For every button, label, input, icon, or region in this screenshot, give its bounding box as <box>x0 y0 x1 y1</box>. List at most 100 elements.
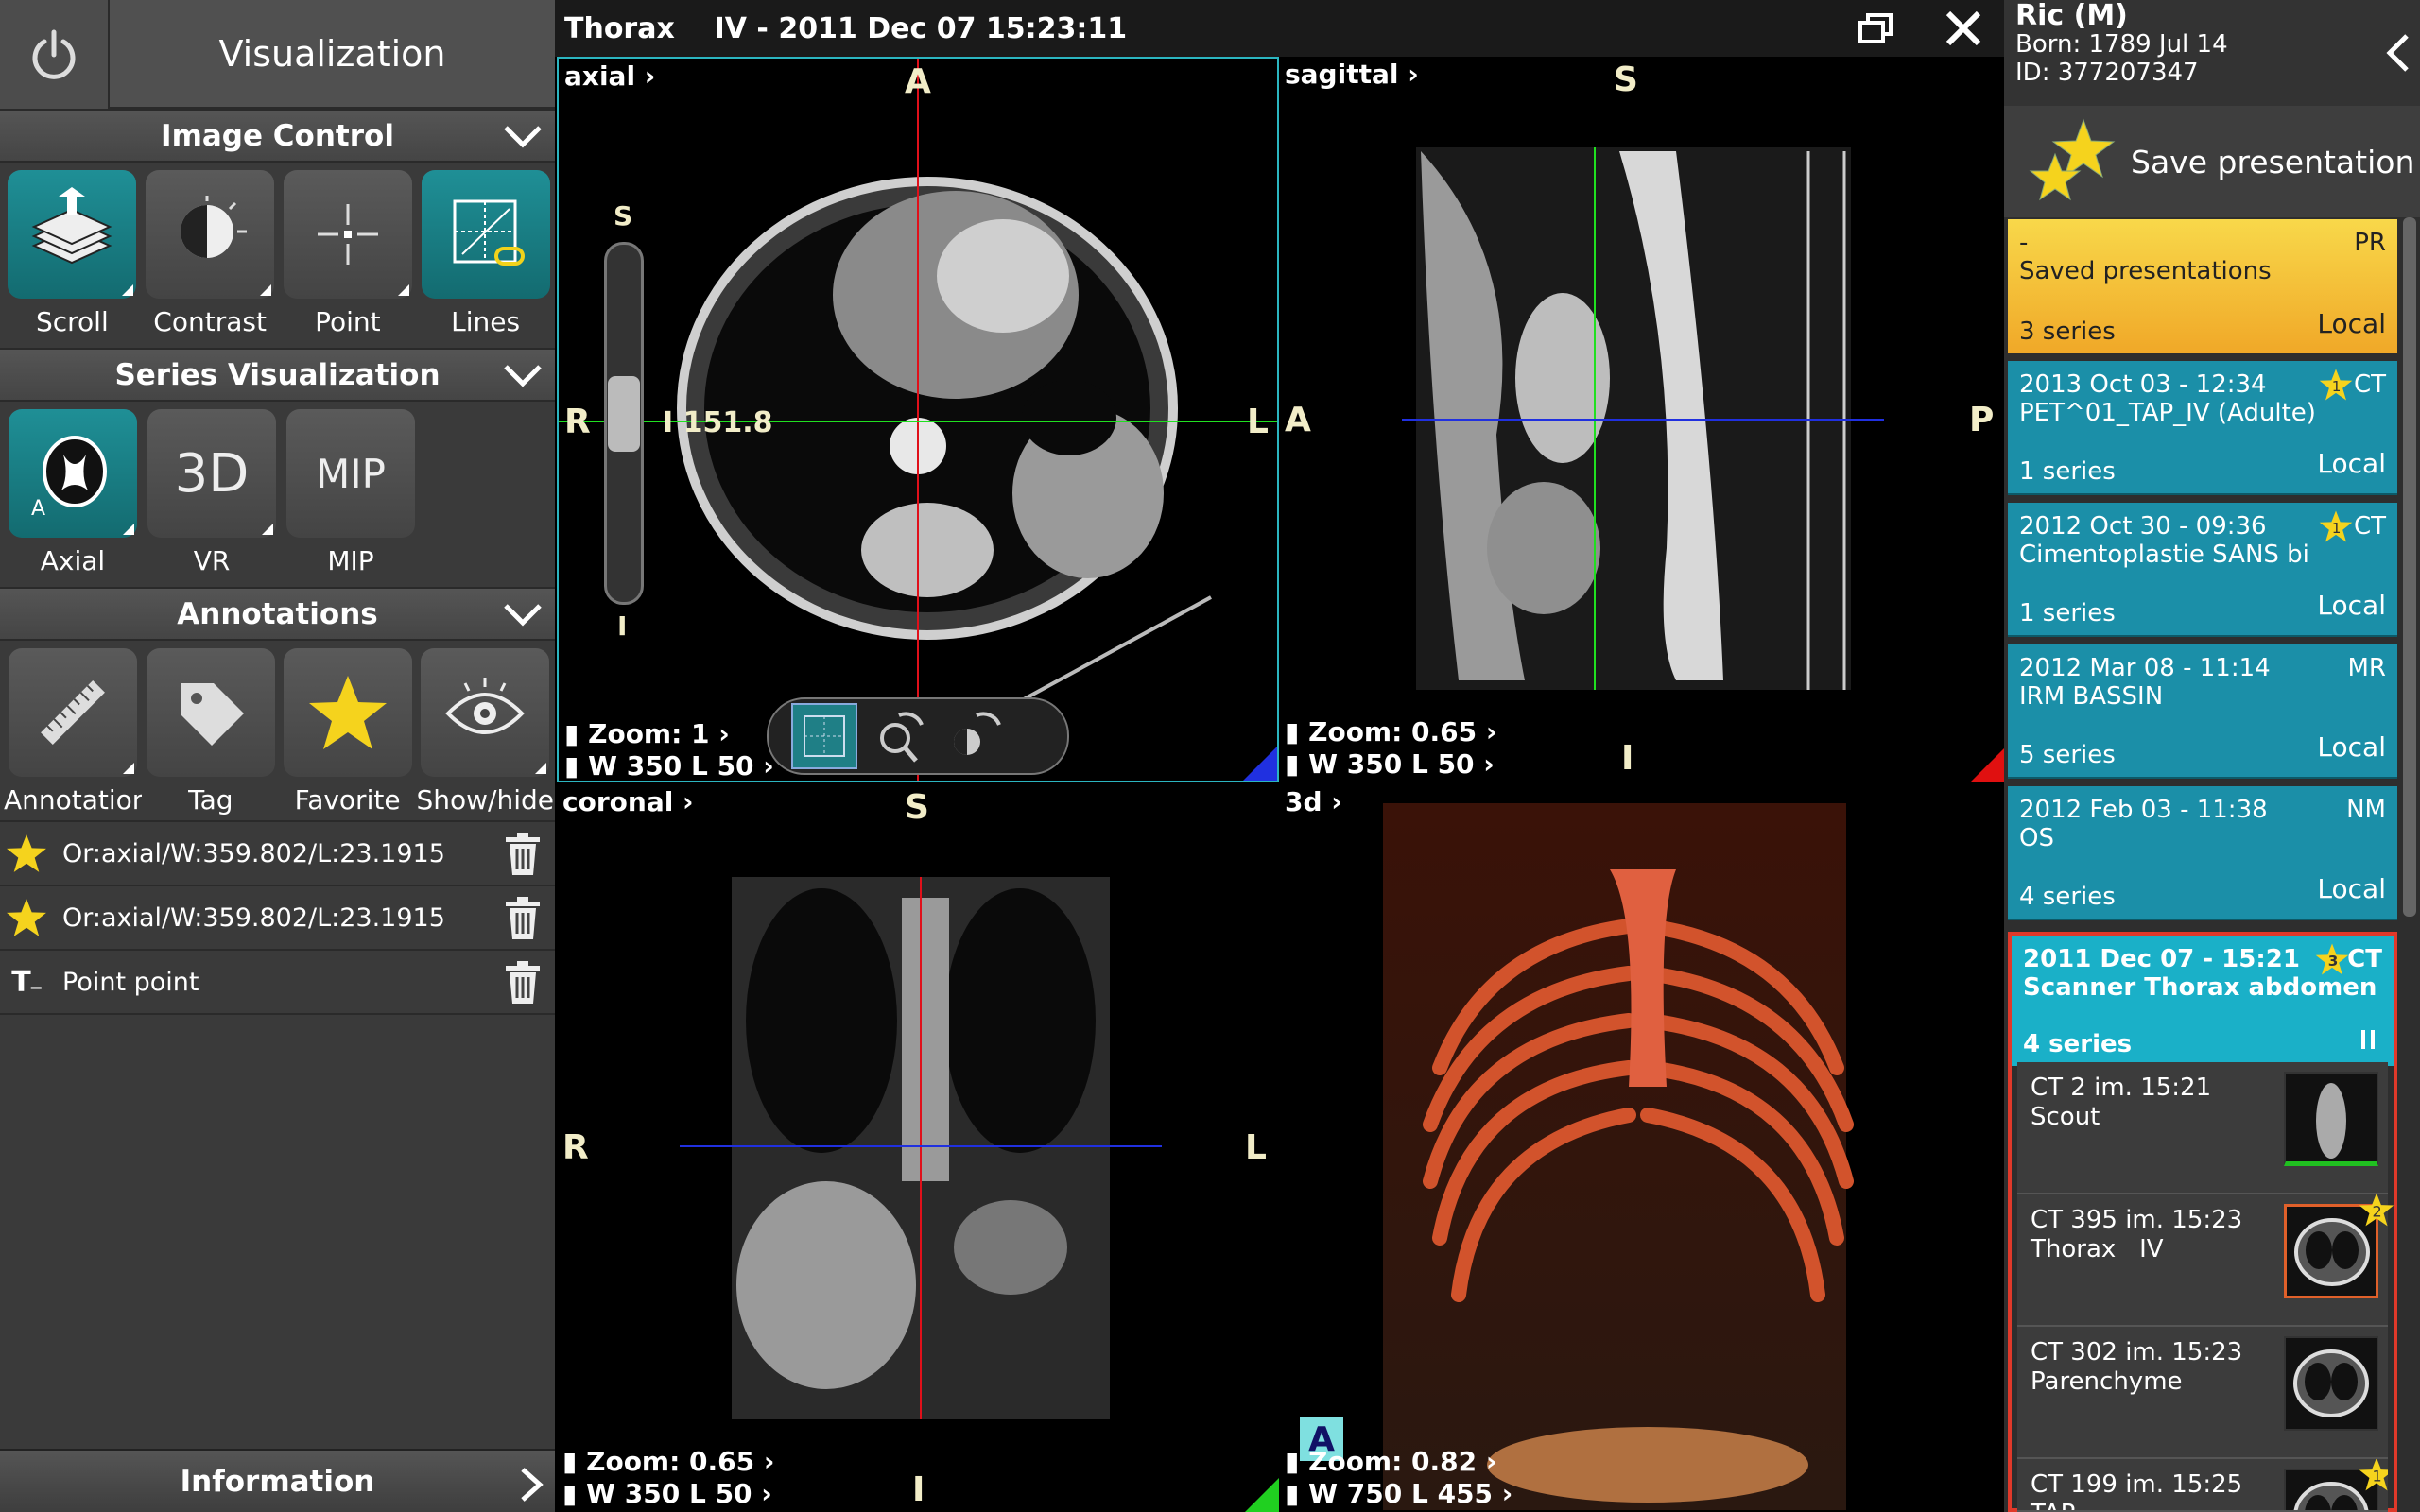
study-location: Local <box>2317 590 2386 621</box>
slice-slider-thumb[interactable] <box>608 376 640 452</box>
study-card[interactable]: - Saved presentations PR 3 series Local <box>2008 219 2397 353</box>
corner-marker <box>1970 748 2004 782</box>
scroll-tool[interactable]: Scroll <box>4 170 141 348</box>
trash-icon[interactable] <box>502 832 544 877</box>
axial-sub-label: A <box>31 497 45 521</box>
lines-tool[interactable]: Lines <box>417 170 554 348</box>
viewer-title: Thorax IV - 2011 Dec 07 15:23:11 <box>564 11 1128 45</box>
annotations-header[interactable]: Annotations <box>0 587 555 641</box>
study-card[interactable]: 2012 Oct 30 - 09:36 Cimentoplastie SANS b… <box>2008 503 2397 637</box>
series-item[interactable]: CT 2 im. 15:21 Scout <box>2017 1062 2388 1194</box>
coronal-viewport[interactable]: coronal › S R L I ▮ Zoom: 0.65 › ▮ W 350 … <box>557 784 1279 1512</box>
study-series-count: 1 series <box>2019 599 2116 627</box>
scrollbar[interactable] <box>2403 217 2416 917</box>
study-card[interactable]: 2012 Mar 08 - 11:14 IRM BASSIN MR 5 series L… <box>2008 644 2397 779</box>
study-card[interactable]: 2013 Oct 03 - 12:34 PET^01_TAP_IV (Adulte… <box>2008 361 2397 495</box>
tool-label: Point <box>315 306 381 337</box>
viewport-overlay-text: ▮ Zoom: 0.82 › ▮ W 750 L 455 › <box>1285 1446 1513 1509</box>
study-card[interactable]: 2012 Feb 03 - 11:38 OS NM 4 series Local <box>2008 786 2397 920</box>
orientation-left: R <box>562 1128 589 1167</box>
annotation-item[interactable]: Or:axial/W:359.802/L:23.1915 <box>0 822 555 886</box>
star-badge-count: 1 <box>2373 1468 2382 1486</box>
axial-tool[interactable]: A Axial <box>4 409 142 587</box>
collapse-left-icon[interactable] <box>2384 32 2412 74</box>
viewport-name-text: 3d <box>1285 786 1322 817</box>
section-title: Annotations <box>177 596 378 631</box>
orientation-top: S <box>905 788 929 827</box>
section-title: Series Visualization <box>114 357 441 392</box>
study-date: - <box>2019 229 2029 257</box>
viewport-toolbar <box>767 697 1069 775</box>
crosshair-mode-button[interactable] <box>791 703 857 769</box>
tool-label: Contrast <box>153 306 267 337</box>
save-presentation-label: Save presentation <box>2131 143 2415 180</box>
study-modality: PR <box>2354 229 2386 257</box>
orientation-top: A <box>905 62 931 101</box>
study-description: PET^01_TAP_IV (Adulte) <box>2019 399 2316 427</box>
save-presentation-button[interactable]: Save presentation <box>2004 106 2420 217</box>
viewport-name[interactable]: axial › <box>564 60 655 92</box>
window-level-readout: W 350 L 50 <box>588 750 754 782</box>
viewport-overlay-text: ▮ Zoom: 0.65 › ▮ W 350 L 50 › <box>562 1446 775 1509</box>
sagittal-viewport[interactable]: sagittal › S A P I ▮ Zoom: 0.65 › ▮ W 350… <box>1279 57 2004 782</box>
zoom-readout: Zoom: 1 <box>588 718 710 749</box>
annotation-item[interactable]: Or:axial/W:359.802/L:23.1915 <box>0 886 555 951</box>
viewer: Thorax IV - 2011 Dec 07 15:23:11 axial ›… <box>555 0 2004 1512</box>
series-visualization-header[interactable]: Series Visualization <box>0 348 555 402</box>
study-location: Local <box>2317 308 2386 339</box>
vr-tool[interactable]: 3D VR <box>143 409 281 587</box>
window-level-icon[interactable] <box>944 706 1005 766</box>
viewport-name[interactable]: coronal › <box>562 786 694 817</box>
study-series-count: 4 series <box>2019 883 2116 911</box>
annotations-tool[interactable]: Annotations <box>4 648 142 820</box>
contrast-tool[interactable]: Contrast <box>142 170 279 348</box>
patient-info: Ric (M) Born: 1789 Jul 14 ID: 377207347 <box>2004 0 2420 106</box>
study-date: 2012 Mar 08 - 11:14 <box>2019 654 2271 682</box>
trash-icon[interactable] <box>502 896 544 941</box>
mip-tool[interactable]: MIP MIP <box>282 409 420 587</box>
point-tool[interactable]: Point <box>280 170 417 348</box>
text-icon: T _ <box>11 965 42 999</box>
axial-viewport[interactable]: axial › A R L S I I 151.8 ▮ Zoom: 1 › ▮ W… <box>557 57 1279 782</box>
viewport-name[interactable]: 3d › <box>1285 786 1342 817</box>
viewport-name[interactable]: sagittal › <box>1285 59 1419 90</box>
zoom-icon[interactable] <box>871 706 931 766</box>
text-icon-glyph: T <box>11 965 31 999</box>
annotation-list: Or:axial/W:359.802/L:23.1915 Or:axial/W:… <box>0 820 555 1015</box>
star-badge-count: 1 <box>2332 378 2342 395</box>
study-series-count: 3 series <box>2019 318 2116 346</box>
restore-window-icon[interactable] <box>1857 11 1894 45</box>
tool-label: Scroll <box>35 306 109 337</box>
series-item[interactable]: CT 395 im. 15:23 Thorax IV 2 <box>2017 1193 2394 1327</box>
study-location: Local <box>2317 731 2386 763</box>
close-icon[interactable] <box>1945 11 1982 45</box>
tag-tool[interactable]: Tag <box>143 648 279 820</box>
favorite-tool[interactable]: Favorite <box>280 648 416 820</box>
stars-icon <box>2029 118 2116 201</box>
information-bar[interactable]: Information <box>0 1449 555 1512</box>
tool-label: Axial <box>40 545 106 576</box>
3d-viewport[interactable]: 3d › A ▮ Zoom: 0.82 › ▮ W 750 L 455 › <box>1279 784 2004 1512</box>
study-location: Local <box>2317 873 2386 904</box>
annotation-item[interactable]: T _ Point point <box>0 951 555 1015</box>
top-bar: Visualization <box>0 0 555 109</box>
orientation-left: A <box>1285 401 1311 439</box>
series-item[interactable]: CT 199 im. 15:25TAP1 <box>2017 1459 2388 1512</box>
study-modality: CT <box>2353 512 2386 541</box>
power-button[interactable] <box>0 0 110 109</box>
series-thumbnail <box>2284 1072 2378 1166</box>
star-badge-icon: 1 <box>2359 1459 2388 1491</box>
image-control-header[interactable]: Image Control <box>0 109 555 163</box>
sagittal-ct-image <box>1402 147 1884 690</box>
tool-label: Show/hide <box>416 784 554 816</box>
show-hide-tool[interactable]: Show/hide <box>416 648 554 820</box>
vr-icon-text: 3D <box>174 442 250 505</box>
series-item[interactable]: CT 302 im. 15:23 Parenchyme <box>2017 1327 2388 1459</box>
trash-icon[interactable] <box>502 960 544 1005</box>
right-panel: Ric (M) Born: 1789 Jul 14 ID: 377207347 … <box>2004 0 2420 1512</box>
study-series-count: 1 series <box>2019 457 2116 486</box>
star-badge-icon: 1 <box>2319 510 2353 542</box>
orientation-right: L <box>1247 403 1269 441</box>
star-badge-count: 1 <box>2332 520 2342 537</box>
ruler-icon <box>41 680 105 745</box>
